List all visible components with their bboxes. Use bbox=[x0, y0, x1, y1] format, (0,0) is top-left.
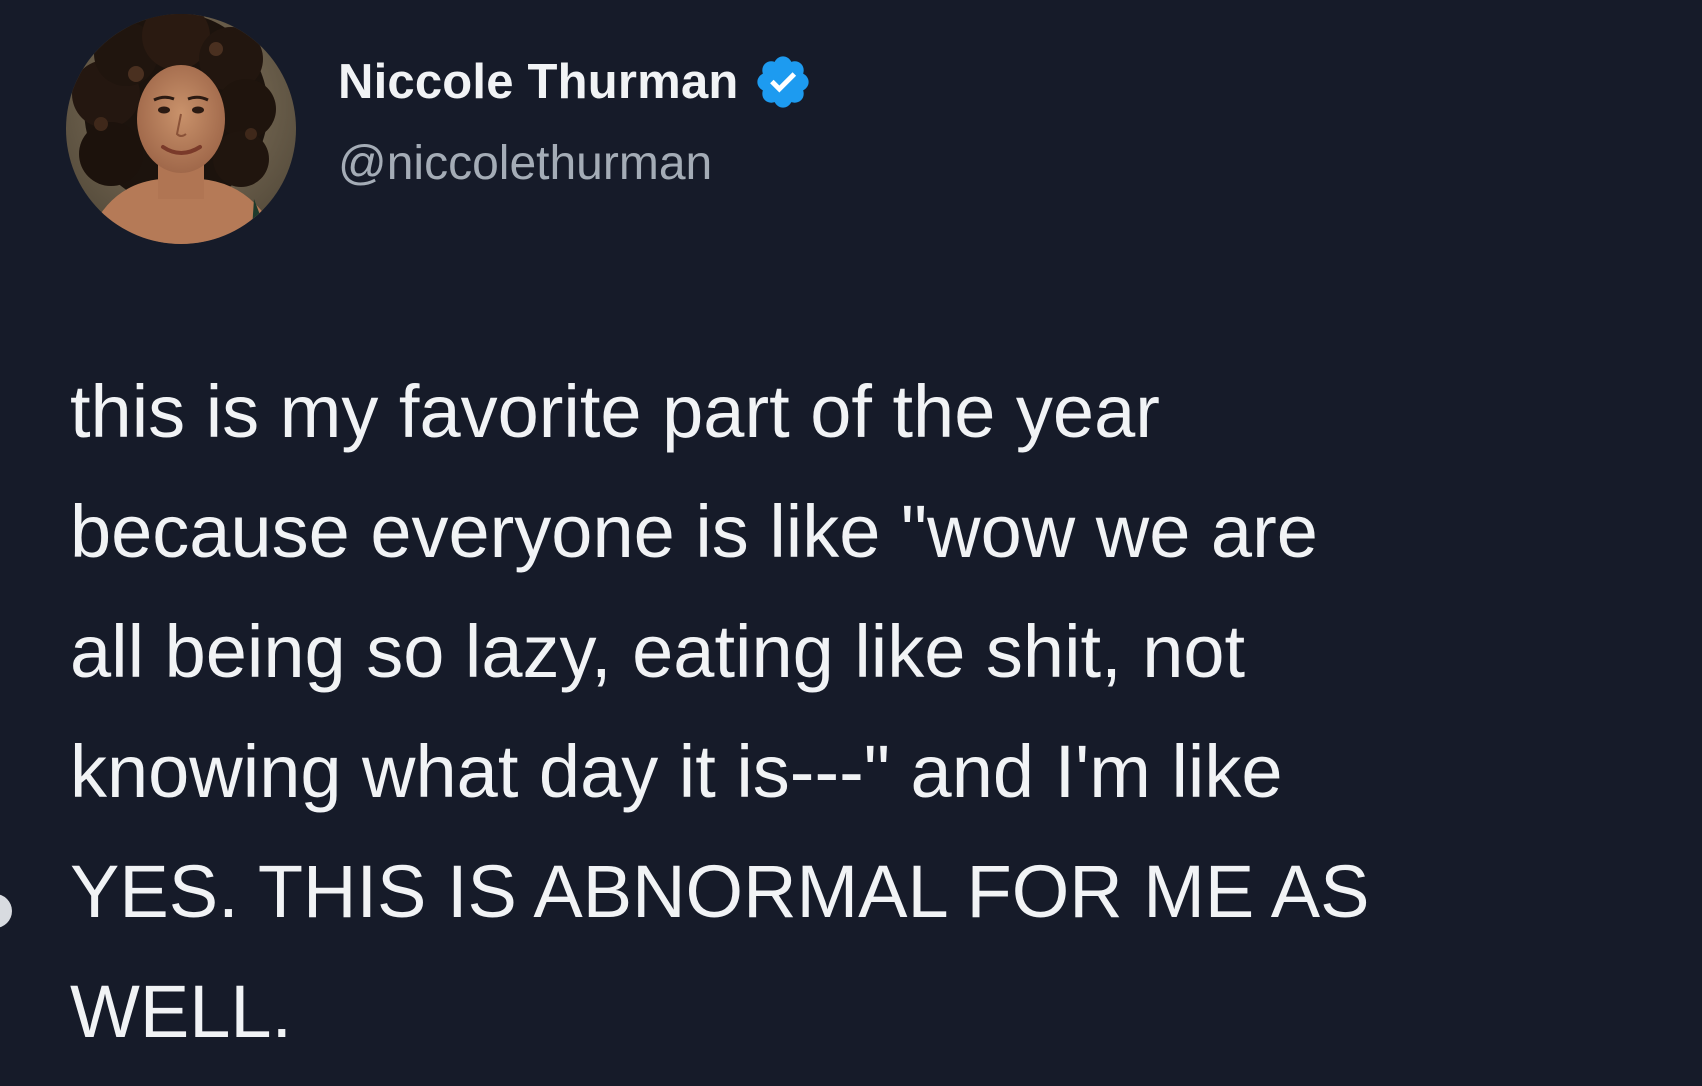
edge-indicator bbox=[0, 894, 12, 928]
author-handle[interactable]: @niccolethurman bbox=[338, 136, 712, 191]
author-name-row: Niccole Thurman bbox=[338, 52, 813, 112]
avatar-image bbox=[66, 14, 296, 244]
tweet-card: Niccole Thurman @niccolethurman this is … bbox=[0, 0, 1702, 1086]
tweet-text: this is my favorite part of the year bec… bbox=[70, 370, 1370, 1053]
author-avatar[interactable] bbox=[66, 14, 296, 244]
author-display-name[interactable]: Niccole Thurman bbox=[338, 54, 739, 110]
verified-badge-icon bbox=[756, 56, 809, 108]
